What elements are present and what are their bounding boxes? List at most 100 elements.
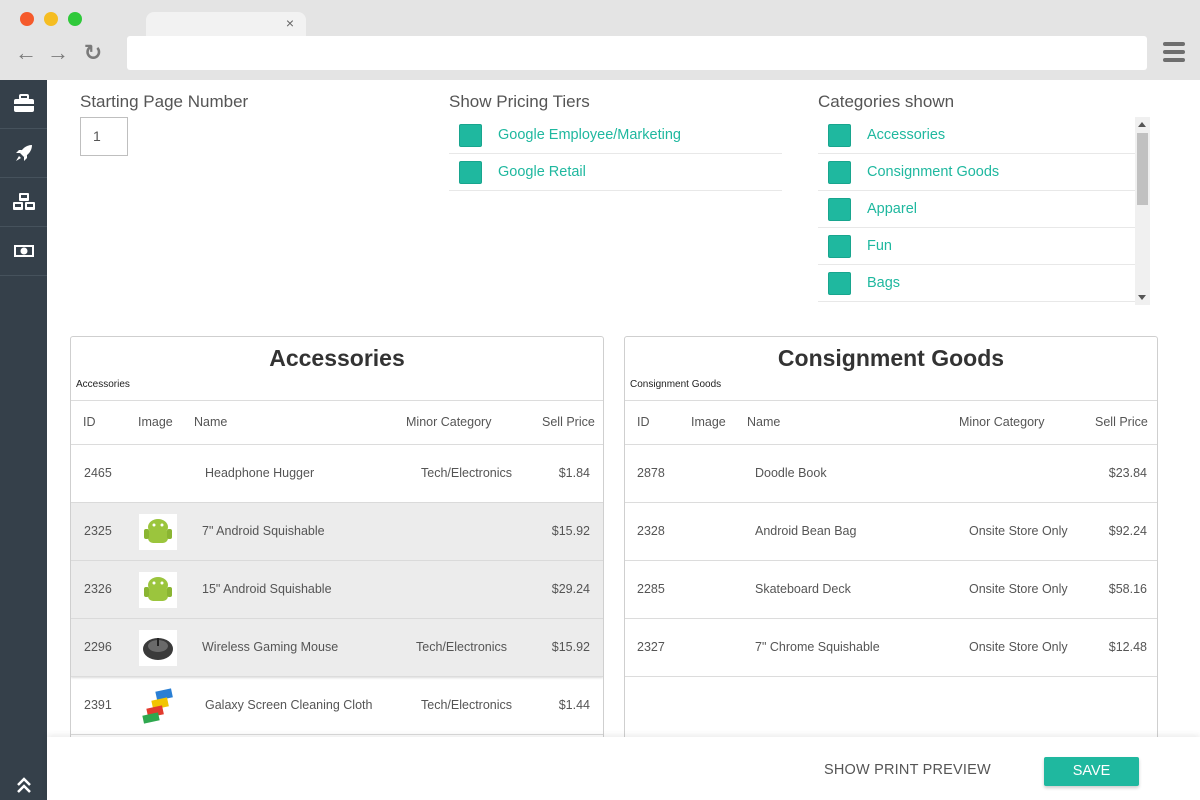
- panel-title: Consignment Goods: [777, 345, 1005, 371]
- panel-subtitle: Accessories: [76, 379, 130, 390]
- col-minor-category: Minor Category: [406, 415, 492, 429]
- cell-price: $15.92: [551, 524, 590, 538]
- cell-name: 7" Android Squishable: [202, 524, 325, 538]
- minimize-window-button[interactable]: [44, 12, 58, 26]
- cell-id: 2285: [637, 582, 665, 596]
- table-body: 2465 Headphone Hugger Tech/Electronics $…: [71, 445, 603, 735]
- cell-price: $92.24: [1108, 524, 1147, 538]
- cell-name: Wireless Gaming Mouse: [202, 640, 339, 654]
- bottom-action-bar: SHOW PRINT PREVIEW SAVE: [47, 737, 1200, 800]
- cell-minor-category: Tech/Electronics: [421, 698, 513, 712]
- category-item[interactable]: Fun: [818, 228, 1135, 265]
- sidebar-item-cubes[interactable]: [0, 178, 47, 227]
- cell-minor-category: Onsite Store Only: [969, 640, 1068, 654]
- cell-price: $1.84: [558, 466, 590, 480]
- cell-name: 7" Chrome Squishable: [755, 640, 880, 654]
- show-print-preview-button[interactable]: SHOW PRINT PREVIEW: [824, 762, 991, 778]
- col-sell-price: Sell Price: [1095, 415, 1148, 429]
- checkbox[interactable]: [828, 160, 851, 184]
- pricing-tier-label: Google Retail: [498, 164, 586, 180]
- address-bar[interactable]: [127, 36, 1147, 70]
- cell-id: 2328: [637, 524, 665, 538]
- rocket-icon: [15, 145, 32, 161]
- cell-name: Doodle Book: [755, 466, 827, 480]
- checkbox[interactable]: [459, 160, 482, 184]
- android-squishable-image: [139, 572, 177, 608]
- starting-page-input[interactable]: 1: [80, 117, 128, 156]
- cell-id: 2465: [84, 466, 112, 480]
- category-label: Accessories: [867, 127, 946, 143]
- col-name: Name: [194, 415, 228, 429]
- table-row[interactable]: 2325 7" Android Squishable $15.92: [71, 503, 603, 561]
- starting-page-label: Starting Page Number: [80, 92, 249, 111]
- cell-id: 2325: [84, 524, 112, 538]
- cell-price: $58.16: [1108, 582, 1147, 596]
- reload-icon[interactable]: ↻: [80, 40, 106, 66]
- cubes-icon: [12, 193, 35, 210]
- checkbox[interactable]: [828, 197, 851, 221]
- col-image: Image: [691, 415, 726, 429]
- back-icon[interactable]: ←: [13, 40, 39, 66]
- pricing-tier-item[interactable]: Google Employee/Marketing: [449, 117, 782, 154]
- maximize-window-button[interactable]: [68, 12, 82, 26]
- table-row[interactable]: 2391 Galaxy Screen Cleaning Cloth Tech/E…: [71, 677, 603, 735]
- categories-list: Accessories Consignment Goods Apparel Fu…: [818, 117, 1135, 302]
- checkbox[interactable]: [828, 271, 851, 295]
- category-item[interactable]: Bags: [818, 265, 1135, 302]
- col-image: Image: [138, 415, 173, 429]
- scroll-up-icon[interactable]: [1138, 122, 1146, 127]
- cell-minor-category: Onsite Store Only: [969, 524, 1068, 538]
- forward-icon[interactable]: →: [45, 40, 71, 66]
- table-row[interactable]: 2327 7" Chrome Squishable Onsite Store O…: [625, 619, 1157, 677]
- android-squishable-image: [139, 514, 177, 550]
- col-sell-price: Sell Price: [542, 415, 595, 429]
- table-row[interactable]: 2326 15" Android Squishable $29.24: [71, 561, 603, 619]
- scroll-thumb[interactable]: [1137, 133, 1148, 205]
- cell-price: $12.48: [1108, 640, 1147, 654]
- cleaning-cloth-image: [139, 688, 177, 724]
- pricing-tier-item[interactable]: Google Retail: [449, 154, 782, 191]
- cell-name: Skateboard Deck: [755, 582, 851, 596]
- table-row[interactable]: 2878 Doodle Book $23.84: [625, 445, 1157, 503]
- cell-price: $29.24: [551, 582, 590, 596]
- accessories-panel: Accessories Accessories ID Image Name Mi…: [70, 336, 604, 756]
- sidebar-item-money[interactable]: [0, 227, 47, 276]
- table-row[interactable]: 2328 Android Bean Bag Onsite Store Only …: [625, 503, 1157, 561]
- category-item[interactable]: Accessories: [818, 117, 1135, 154]
- table-header: ID Image Name Minor Category Sell Price: [71, 400, 603, 445]
- scroll-top-button[interactable]: [0, 775, 47, 795]
- category-item[interactable]: Consignment Goods: [818, 154, 1135, 191]
- cell-name: Galaxy Screen Cleaning Cloth: [205, 698, 373, 712]
- close-window-button[interactable]: [20, 12, 34, 26]
- categories-scrollbar[interactable]: [1135, 117, 1150, 305]
- pricing-tiers-label: Show Pricing Tiers: [449, 92, 590, 111]
- checkbox[interactable]: [828, 234, 851, 258]
- sidebar-item-briefcase[interactable]: [0, 80, 47, 129]
- table-row[interactable]: 2465 Headphone Hugger Tech/Electronics $…: [71, 445, 603, 503]
- sidebar-item-rocket[interactable]: [0, 129, 47, 178]
- browser-menu-icon[interactable]: [1163, 42, 1185, 64]
- col-name: Name: [747, 415, 781, 429]
- cell-minor-category: Onsite Store Only: [969, 582, 1068, 596]
- cell-minor-category: Tech/Electronics: [421, 466, 513, 480]
- category-label: Fun: [867, 238, 892, 254]
- cell-price: $23.84: [1108, 466, 1147, 480]
- category-item[interactable]: Apparel: [818, 191, 1135, 228]
- cell-price: $1.44: [558, 698, 590, 712]
- scroll-down-icon[interactable]: [1138, 295, 1146, 300]
- tab-close-icon[interactable]: ×: [286, 14, 294, 32]
- cell-id: 2326: [84, 582, 112, 596]
- panel-title: Accessories: [269, 345, 405, 371]
- category-label: Bags: [867, 275, 901, 291]
- browser-tab[interactable]: ×: [146, 12, 306, 36]
- col-id: ID: [637, 415, 650, 429]
- checkbox[interactable]: [459, 123, 482, 147]
- category-label: Consignment Goods: [867, 164, 1000, 180]
- cell-id: 2327: [637, 640, 665, 654]
- table-row[interactable]: 2296 Wireless Gaming Mouse Tech/Electron…: [71, 619, 603, 677]
- checkbox[interactable]: [828, 123, 851, 147]
- table-row[interactable]: 2285 Skateboard Deck Onsite Store Only $…: [625, 561, 1157, 619]
- cell-name: Headphone Hugger: [205, 466, 315, 480]
- sidebar: [0, 80, 47, 800]
- save-button[interactable]: SAVE: [1044, 757, 1139, 786]
